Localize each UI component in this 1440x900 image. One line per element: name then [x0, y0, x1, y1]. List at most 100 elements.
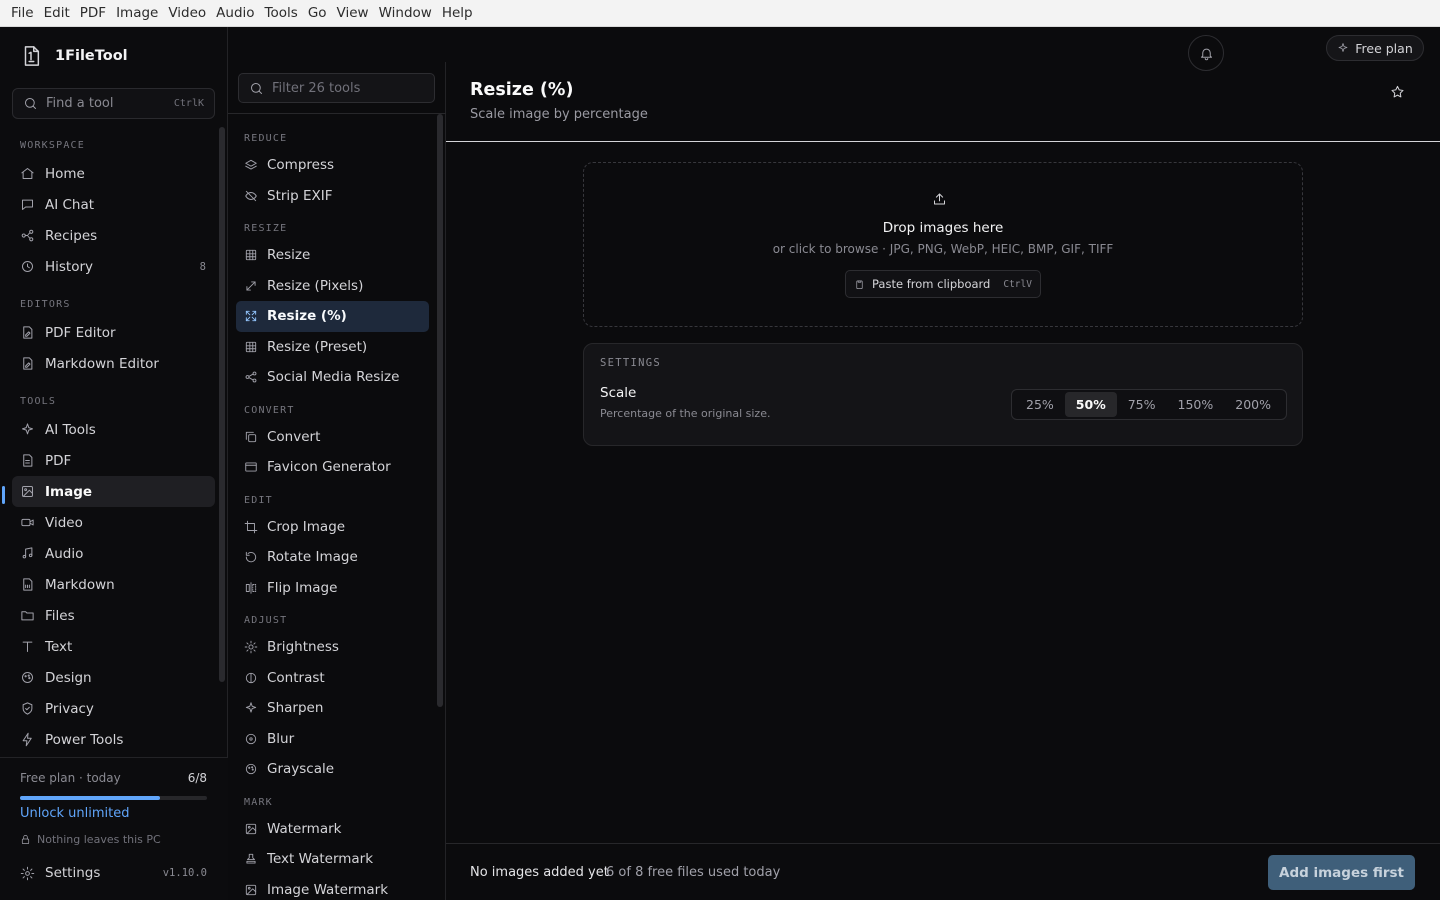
blur-icon [244, 732, 258, 746]
scale-option-50[interactable]: 50% [1064, 392, 1117, 417]
tool-item-crop-image[interactable]: Crop Image [236, 512, 429, 543]
scale-description: Percentage of the original size. [600, 407, 771, 420]
sidebar-item-privacy[interactable]: Privacy [12, 693, 215, 724]
tool-item-image-watermark[interactable]: Image Watermark [236, 875, 429, 900]
rotate-icon [244, 550, 258, 564]
sidebar-scrollbar[interactable] [219, 127, 225, 682]
tool-item-label: Watermark [267, 820, 342, 837]
filter-tools-field[interactable] [238, 73, 435, 103]
tool-item-label: Resize (Pixels) [267, 277, 364, 294]
sidebar-item-design[interactable]: Design [12, 662, 215, 693]
menu-audio[interactable]: Audio [211, 0, 259, 27]
tool-item-grayscale[interactable]: Grayscale [236, 754, 429, 785]
tool-item-label: Favicon Generator [267, 459, 391, 476]
sidebar-item-video[interactable]: Video [12, 507, 215, 538]
tool-item-flip-image[interactable]: Flip Image [236, 573, 429, 604]
tool-item-resize[interactable]: Resize [236, 240, 429, 271]
tool-group-label-resize: RESIZE [244, 223, 288, 234]
tool-item-text-watermark[interactable]: Text Watermark [236, 844, 429, 875]
tool-item-resize[interactable]: Resize (%) [236, 301, 429, 332]
tool-item-label: Resize [267, 247, 311, 264]
recipes-icon [20, 228, 35, 243]
sidebar-item-label: Text [45, 638, 73, 655]
sidebar-item-label: Recipes [45, 227, 98, 244]
sidebar-item-recipes[interactable]: Recipes [12, 220, 215, 251]
brand[interactable]: 1FileTool [20, 45, 128, 67]
sidebar-item-label: Audio [45, 545, 84, 562]
free-plan-badge[interactable]: Free plan [1326, 35, 1424, 61]
page-title: Resize (%) [470, 80, 574, 100]
sun-icon [244, 640, 258, 654]
menu-help[interactable]: Help [437, 0, 478, 27]
sidebar-item-label: History [45, 258, 94, 275]
brand-name: 1FileTool [55, 48, 128, 64]
video-icon [20, 515, 35, 530]
tool-item-contrast[interactable]: Contrast [236, 663, 429, 694]
menu-edit[interactable]: Edit [39, 0, 75, 27]
menu-video[interactable]: Video [163, 0, 211, 27]
sidebar-item-history[interactable]: History 8 [12, 251, 215, 282]
sidebar-item-ai-chat[interactable]: AI Chat [12, 189, 215, 220]
tool-item-resize-preset[interactable]: Resize (Preset) [236, 332, 429, 363]
tool-group-label-convert: CONVERT [244, 404, 295, 416]
paste-from-clipboard-button[interactable]: Paste from clipboard CtrlV [845, 270, 1041, 298]
markdown-edit-icon [20, 356, 35, 371]
find-tool-search[interactable]: Find a tool CtrlK [12, 88, 215, 119]
scale-segmented-control: 25% 50% 75% 150% 200% [1011, 389, 1287, 420]
tool-item-convert[interactable]: Convert [236, 422, 429, 453]
sidebar-item-files[interactable]: Files [12, 600, 215, 631]
shield-icon [20, 701, 35, 716]
star-icon [1390, 84, 1405, 99]
scale-option-150[interactable]: 150% [1167, 392, 1225, 417]
tool-item-resize-pixels[interactable]: Resize (Pixels) [236, 271, 429, 302]
scale-option-200[interactable]: 200% [1224, 392, 1282, 417]
sidebar-item-ai-tools[interactable]: AI Tools [12, 414, 215, 445]
notifications-button[interactable] [1188, 35, 1224, 71]
sidebar-item-power-tools[interactable]: Power Tools [12, 724, 215, 755]
unlock-unlimited-link[interactable]: Unlock unlimited [20, 806, 129, 821]
tool-item-label: Blur [267, 730, 295, 747]
sidebar-item-pdf[interactable]: PDF [12, 445, 215, 476]
sidebar-item-text[interactable]: Text [12, 631, 215, 662]
tool-item-watermark[interactable]: Watermark [236, 814, 429, 845]
scale-option-25[interactable]: 25% [1015, 392, 1065, 417]
tool-list-panel: REDUCE Compress Strip EXIF RESIZE Resize Resi… [228, 62, 446, 900]
tool-list: REDUCE Compress Strip EXIF RESIZE Resize Resi… [236, 128, 429, 900]
scale-option-75[interactable]: 75% [1117, 392, 1167, 417]
share-icon [244, 370, 258, 384]
menu-view[interactable]: View [332, 0, 374, 27]
add-images-button[interactable]: Add images first [1268, 855, 1415, 890]
tool-list-scrollbar[interactable] [437, 114, 443, 707]
sidebar-item-home[interactable]: Home [12, 158, 215, 189]
menu-window[interactable]: Window [374, 0, 437, 27]
tool-item-sharpen[interactable]: Sharpen [236, 693, 429, 724]
sidebar-item-image[interactable]: Image [12, 476, 215, 507]
filter-tools-input[interactable] [272, 80, 432, 96]
menu-image[interactable]: Image [111, 0, 163, 27]
menu-tools[interactable]: Tools [260, 0, 303, 27]
image-dropzone[interactable]: Drop images here or click to browse · JP… [583, 162, 1303, 327]
palette-icon [244, 762, 258, 776]
divider [228, 113, 446, 114]
sidebar-item-label: Privacy [45, 700, 94, 717]
settings-label: Settings [45, 865, 101, 881]
tool-item-rotate-image[interactable]: Rotate Image [236, 542, 429, 573]
sidebar-item-markdown[interactable]: Markdown [12, 569, 215, 600]
settings-nav-item[interactable]: Settings v1.10.0 [20, 862, 207, 884]
favorite-button[interactable] [1390, 84, 1405, 104]
footer-divider [446, 843, 1440, 844]
menu-file[interactable]: File [6, 0, 39, 27]
tool-item-favicon-generator[interactable]: Favicon Generator [236, 452, 429, 483]
tool-item-social-media-resize[interactable]: Social Media Resize [236, 362, 429, 393]
tool-item-strip-exif[interactable]: Strip EXIF [236, 181, 429, 212]
sidebar-item-markdown-editor[interactable]: Markdown Editor [12, 348, 215, 379]
image-mark-icon [244, 822, 258, 836]
sidebar-item-audio[interactable]: Audio [12, 538, 215, 569]
sidebar-item-pdf-editor[interactable]: PDF Editor [12, 317, 215, 348]
menu-pdf[interactable]: PDF [75, 0, 111, 27]
tool-item-blur[interactable]: Blur [236, 724, 429, 755]
text-icon [20, 639, 35, 654]
tool-item-compress[interactable]: Compress [236, 150, 429, 181]
tool-item-brightness[interactable]: Brightness [236, 632, 429, 663]
menu-go[interactable]: Go [303, 0, 332, 27]
